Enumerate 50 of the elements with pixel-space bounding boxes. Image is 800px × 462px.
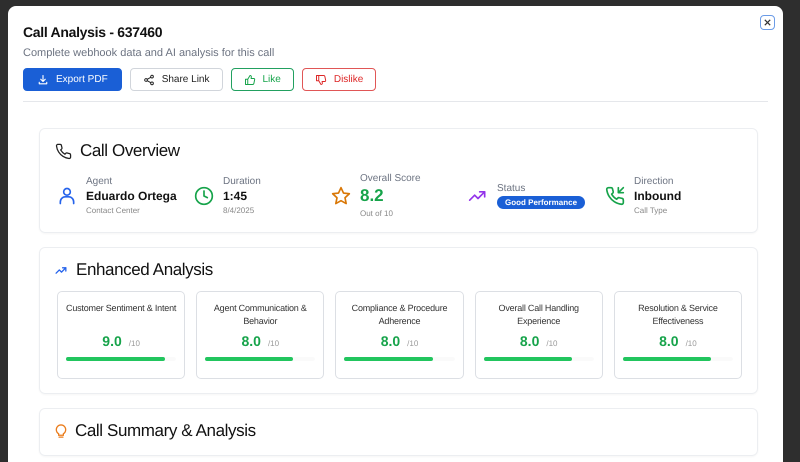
metric-scale: /10 xyxy=(546,339,558,348)
field-label: Overall Score xyxy=(360,173,421,184)
metric-score: 8.0 xyxy=(241,333,261,349)
dislike-button[interactable]: Dislike xyxy=(302,68,376,91)
share-button[interactable]: Share Link xyxy=(130,68,222,91)
field-note: Out of 10 xyxy=(360,209,394,218)
section-title: Enhanced Analysis xyxy=(76,260,213,280)
person-icon xyxy=(57,186,77,206)
section-title: Call Summary & Analysis xyxy=(75,421,256,441)
lightbulb-icon xyxy=(55,424,67,438)
field-label: Agent xyxy=(86,176,114,187)
field-label: Direction xyxy=(634,176,674,187)
section-title: Call Overview xyxy=(80,141,180,161)
incoming-call-icon xyxy=(605,186,625,206)
metric-scale: /10 xyxy=(128,339,140,348)
phone-icon xyxy=(55,142,72,160)
field-value: Eduardo Ortega xyxy=(86,189,177,203)
share-icon xyxy=(142,74,155,86)
export-icon xyxy=(37,74,49,86)
close-icon xyxy=(763,18,772,27)
field-value: Inbound xyxy=(634,189,682,203)
dialog-subtitle: Complete webhook data and AI analysis for this call xyxy=(23,47,276,59)
metric-name: Overall Call Handling Experience xyxy=(498,302,580,328)
metric-name: Customer Sentiment & Intent xyxy=(66,302,176,315)
metric-scale: /10 xyxy=(407,339,418,348)
metric-scale: /10 xyxy=(686,339,697,348)
field-note: Contact Center xyxy=(86,206,141,215)
field-note: Call Type xyxy=(634,206,668,215)
status-badge: Good Performance xyxy=(497,196,586,208)
metric-score: 9.0 xyxy=(102,333,122,349)
metric-score: 8.0 xyxy=(520,333,540,349)
like-icon xyxy=(244,74,256,86)
field-label: Status xyxy=(497,182,526,194)
field-value: 1:45 xyxy=(223,189,248,203)
field-note: 8/4/2025 xyxy=(223,206,256,215)
metric-name: Agent Communication & Behavior xyxy=(212,302,308,328)
metric-scale: /10 xyxy=(268,339,280,348)
clock-icon xyxy=(194,186,214,206)
dialog-title: Call Analysis - 637460 xyxy=(23,24,164,40)
metric-name: Compliance & Procedure Adherence xyxy=(350,302,448,328)
export-button[interactable]: Export PDF xyxy=(23,68,122,91)
star-icon xyxy=(331,186,351,206)
field-label: Duration xyxy=(223,176,261,187)
like-button[interactable]: Like xyxy=(230,68,294,91)
metric-score: 8.0 xyxy=(659,333,679,349)
metric-name: Resolution & Service Effectiveness xyxy=(637,302,719,328)
metric-score: 8.0 xyxy=(380,333,400,349)
close-button[interactable] xyxy=(760,15,775,30)
field-value: 8.2 xyxy=(360,186,385,206)
dislike-icon xyxy=(314,74,327,86)
